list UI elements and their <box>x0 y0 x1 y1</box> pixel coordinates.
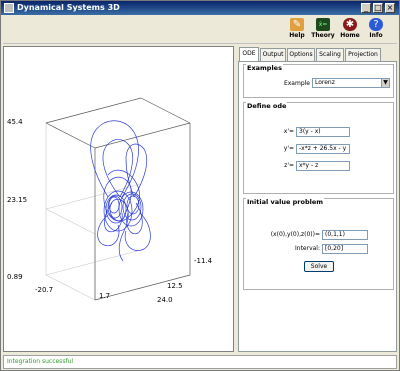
plot-box-back <box>45 123 142 301</box>
z-tick-mid: 23.15 <box>7 196 27 204</box>
example-label: Example <box>283 80 310 87</box>
plot-panel[interactable]: 45.4 23.15 0.89 -20.7 1.7 24.0 -11.4 12.… <box>3 46 234 352</box>
y-tick-mid: 12.5 <box>167 282 183 290</box>
initial-values-field[interactable]: (0,1,1) <box>322 230 368 240</box>
solve-button[interactable]: Solve <box>304 261 334 272</box>
z-prime-field[interactable]: x*y - z <box>296 161 350 171</box>
x-tick-mid: 1.7 <box>99 292 110 300</box>
chevron-down-icon[interactable]: ▼ <box>381 79 389 87</box>
help-button[interactable]: ✎ Help <box>284 18 310 43</box>
minimize-button[interactable]: _ <box>361 3 371 13</box>
examples-title: Examples <box>246 64 283 72</box>
z-tick-bottom: 0.89 <box>7 273 23 281</box>
theory-button[interactable]: ẋ= Theory <box>310 18 336 43</box>
ode-tab-panel: Examples Example Lorenz ▼ Define ode x'=… <box>238 61 397 352</box>
y-prime-field[interactable]: -x*z + 26.5x - y <box>296 144 350 154</box>
ivp-title: Initial value problem <box>246 198 325 206</box>
app-window: Dynamical Systems 3D _ □ × ✎ Help ẋ= The… <box>0 0 400 371</box>
example-select-value: Lorenz <box>315 79 335 86</box>
home-bug-icon: ✱ <box>343 18 357 31</box>
define-ode-title: Define ode <box>246 102 288 110</box>
help-label: Help <box>289 32 305 39</box>
tab-projection[interactable]: Projection <box>345 48 381 61</box>
status-bar: Integration successful <box>3 355 397 369</box>
app-icon <box>4 3 14 13</box>
lorenz-trajectory <box>90 120 151 262</box>
lorenz-plot[interactable]: 45.4 23.15 0.89 -20.7 1.7 24.0 -11.4 12.… <box>4 47 235 353</box>
x-prime-label: x'= <box>283 128 294 135</box>
theory-formula-icon: ẋ= <box>316 18 330 31</box>
y-tick-min: -11.4 <box>194 257 213 265</box>
tab-options[interactable]: Options <box>287 48 315 61</box>
info-button[interactable]: ? Info <box>363 18 389 43</box>
tab-output[interactable]: Output <box>260 48 286 61</box>
close-button[interactable]: × <box>385 3 395 13</box>
maximize-button[interactable]: □ <box>373 3 383 13</box>
interval-field[interactable]: [0,20] <box>322 244 368 254</box>
help-book-icon: ✎ <box>290 18 304 31</box>
home-label: Home <box>340 32 360 39</box>
ivp-group: Initial value problem (x(0),y(0),z(0))= … <box>243 198 394 290</box>
title-bar: Dynamical Systems 3D _ □ × <box>1 1 399 15</box>
info-question-icon: ? <box>369 18 383 31</box>
window-title: Dynamical Systems 3D <box>17 3 120 12</box>
x-tick-max: 24.0 <box>157 296 173 304</box>
examples-group: Examples Example Lorenz ▼ <box>243 64 394 98</box>
toolbar: ✎ Help ẋ= Theory ✱ Home ? Info <box>3 16 397 44</box>
y-prime-label: y'= <box>283 145 294 152</box>
z-prime-label: z'= <box>284 162 294 169</box>
initial-values-label: (x(0),y(0),z(0))= <box>270 231 320 238</box>
interval-label: Interval: <box>295 245 320 252</box>
info-label: Info <box>369 32 383 39</box>
tab-ode[interactable]: ODE <box>239 47 259 61</box>
example-select[interactable]: Lorenz ▼ <box>312 78 390 88</box>
home-button[interactable]: ✱ Home <box>337 18 363 43</box>
x-prime-field[interactable]: 3(y - x) <box>296 127 350 137</box>
tab-scaling[interactable]: Scaling <box>316 48 344 61</box>
z-tick-top: 45.4 <box>7 118 23 126</box>
define-ode-group: Define ode x'= 3(y - x) y'= -x*z + 26.5x… <box>243 102 394 194</box>
side-panel: ODE Output Options Scaling Projection Ex… <box>237 46 399 352</box>
x-tick-min: -20.7 <box>35 286 53 294</box>
theory-label: Theory <box>311 32 335 39</box>
